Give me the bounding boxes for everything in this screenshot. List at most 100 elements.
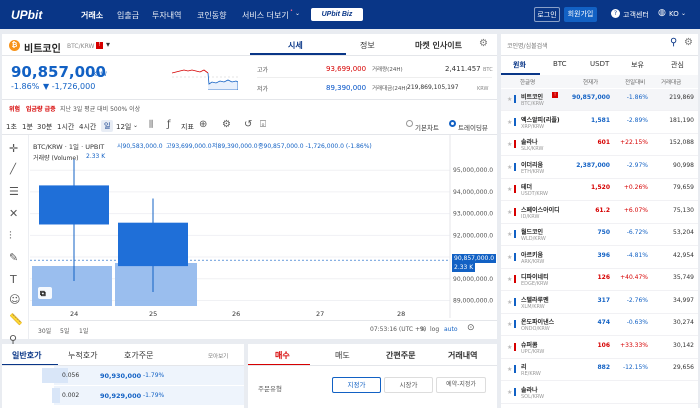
text-tool-icon[interactable]: T: [10, 273, 17, 286]
market-row[interactable]: ★ 리 RE/KRW 882 -12.15% 29,656: [501, 359, 698, 381]
order-type-limit[interactable]: 지정가: [332, 377, 381, 393]
market-row[interactable]: ★ 아르키움 ARK/KRW 396 -4.81% 42,954: [501, 247, 698, 269]
search-icon[interactable]: ⚲: [670, 37, 677, 48]
favorite-star-icon[interactable]: ★: [507, 119, 512, 126]
period-30m[interactable]: 30분: [37, 122, 52, 132]
coin-name[interactable]: 스텔라루멘: [521, 295, 549, 304]
radio-basic-chart[interactable]: [406, 120, 413, 127]
gear-icon[interactable]: ⚙: [479, 38, 488, 49]
favorite-star-icon[interactable]: ★: [507, 186, 512, 193]
coin-name[interactable]: 리: [521, 362, 527, 371]
camera-icon[interactable]: ⌻: [260, 119, 266, 130]
tab-info[interactable]: 정보: [360, 40, 375, 51]
nav-deposit[interactable]: 입출금: [117, 10, 139, 21]
log-toggle[interactable]: log: [430, 326, 439, 333]
tab-orderbook-order[interactable]: 호가주문: [124, 350, 153, 361]
coin-name[interactable]: 월드코인: [521, 227, 543, 236]
coin-select-dropdown-icon[interactable]: ▾: [106, 40, 110, 49]
auto-toggle[interactable]: auto: [444, 326, 458, 333]
upbit-logo[interactable]: UPbit: [11, 8, 42, 22]
basic-chart-label[interactable]: 기본차트: [415, 122, 439, 132]
coin-name[interactable]: 솔라나: [521, 385, 538, 394]
market-tab-krw[interactable]: 원화: [513, 60, 526, 70]
percent-toggle[interactable]: %: [420, 326, 426, 333]
crosshair-icon[interactable]: ✛: [9, 142, 18, 155]
language-select[interactable]: KO: [669, 10, 679, 18]
tab-sell[interactable]: 매도: [335, 350, 350, 361]
nav-more-services[interactable]: 서비스 더보기: [242, 10, 289, 21]
favorite-star-icon[interactable]: ★: [507, 366, 512, 373]
coin-name[interactable]: 테더: [521, 182, 532, 191]
orderbook-row[interactable]: 0.002 90,929,000 -1.79%: [2, 386, 244, 405]
market-row[interactable]: ★ 스페이스아이디 ID/KRW 61.2 +6.07% 75,130: [501, 202, 698, 224]
price-chart[interactable]: 95,000,000.0 94,000,000.0 93,000,000.0 92,0…: [30, 135, 497, 318]
col-price[interactable]: 현재가: [583, 78, 598, 86]
favorite-star-icon[interactable]: ★: [507, 96, 512, 103]
trend-line-icon[interactable]: ╱: [10, 164, 16, 175]
ask-price[interactable]: 90,930,000: [100, 372, 141, 380]
favorite-star-icon[interactable]: ★: [507, 231, 512, 238]
tab-price[interactable]: 시세: [288, 40, 303, 51]
login-button[interactable]: 로그인: [534, 7, 560, 22]
group-view-select[interactable]: 모아보기: [208, 352, 228, 360]
compare-icon[interactable]: ⊕: [199, 119, 207, 130]
favorite-star-icon[interactable]: ★: [507, 141, 512, 148]
coin-name[interactable]: 아르키움: [521, 250, 543, 259]
reset-icon[interactable]: ↺: [244, 119, 252, 130]
favorite-star-icon[interactable]: ★: [507, 344, 512, 351]
coin-name[interactable]: 비트코인: [521, 92, 543, 101]
tab-market-insight[interactable]: 마켓 인사이트: [415, 40, 462, 51]
market-tab-owned[interactable]: 보유: [631, 60, 644, 70]
market-row[interactable]: ★ 월드코인 WLD/KRW 750 -6.72% 53,204: [501, 224, 698, 246]
favorite-star-icon[interactable]: ★: [507, 164, 512, 171]
coin-name[interactable]: 이더리움: [521, 160, 543, 169]
indicator-button[interactable]: 지표: [181, 122, 194, 132]
period-1m[interactable]: 1분: [22, 122, 33, 132]
radio-tradingview[interactable]: [449, 120, 456, 127]
ask-price[interactable]: 90,929,000: [100, 392, 141, 400]
period-1s[interactable]: 1초: [6, 122, 17, 132]
market-tab-btc[interactable]: BTC: [553, 60, 567, 68]
chevron-down-icon[interactable]: ⌄: [133, 122, 138, 129]
favorite-star-icon[interactable]: ★: [507, 254, 512, 261]
market-row[interactable]: ★ 솔라나 SLK/KRW 601 +22.15% 152,088: [501, 134, 698, 156]
brush-icon[interactable]: ✎: [9, 251, 18, 264]
market-row[interactable]: ★ 스텔라루멘 XLM/KRW 317 -2.76% 34,997: [501, 292, 698, 314]
coin-name[interactable]: 슈퍼콤: [521, 340, 538, 349]
range-5d[interactable]: 5일: [60, 326, 69, 335]
fib-icon[interactable]: ☰: [9, 185, 19, 198]
market-row[interactable]: ★ 비트코인 ! BTC/KRW 90,857,000 -1.86% 219,8…: [501, 89, 698, 111]
tab-orderbook-cumulative[interactable]: 누적호가: [68, 350, 97, 361]
market-row[interactable]: ★ 슈퍼콤 UPC/KRW 106 +33.33% 30,142: [501, 337, 698, 359]
nav-investments[interactable]: 투자내역: [152, 10, 181, 21]
col-name[interactable]: 한글명: [520, 78, 535, 86]
market-row[interactable]: ★ 테더 USDT/KRW 1,520 +0.26% 79,659: [501, 179, 698, 201]
emoji-icon[interactable]: ☺: [9, 293, 20, 306]
candle-type-icon[interactable]: ⫼: [149, 120, 153, 130]
coin-name[interactable]: 디파이네티: [521, 272, 549, 281]
gear-icon[interactable]: ⚙: [684, 37, 693, 48]
settings-icon[interactable]: ⚙: [222, 119, 231, 130]
favorite-star-icon[interactable]: ★: [507, 321, 512, 328]
market-row[interactable]: ★ 온도파이낸스 ONDO/KRW 474 -0.63% 30,274: [501, 314, 698, 336]
upbit-biz-button[interactable]: UPbit Biz: [311, 8, 363, 21]
period-12d[interactable]: 12일: [116, 122, 131, 132]
tab-simple-order[interactable]: 간편주문: [386, 350, 415, 361]
tab-buy[interactable]: 매수: [275, 350, 290, 361]
period-1h[interactable]: 1시간: [57, 122, 74, 132]
coin-search-input[interactable]: [507, 39, 667, 53]
pattern-icon[interactable]: ✕: [9, 207, 18, 220]
coin-name[interactable]: 온도파이낸스: [521, 317, 554, 326]
col-volume[interactable]: 거래대금: [661, 78, 681, 86]
orderbook-row[interactable]: 0.056 90,930,000 -1.79%: [2, 366, 244, 385]
order-type-market[interactable]: 시장가: [384, 377, 433, 393]
coin-name[interactable]: 솔라나: [521, 137, 538, 146]
tab-orderbook-normal[interactable]: 일반호가: [12, 350, 41, 361]
market-row[interactable]: ★ 디파이네티 EDGE/KRW 126 +40.47% 35,749: [501, 269, 698, 291]
period-1d[interactable]: 일: [101, 120, 114, 132]
market-tab-favorite[interactable]: 관심: [671, 60, 684, 70]
support-link[interactable]: 고객센터: [623, 10, 649, 20]
favorite-star-icon[interactable]: ★: [507, 276, 512, 283]
coin-name[interactable]: 엑스알피(리플): [521, 115, 560, 124]
favorite-star-icon[interactable]: ★: [507, 209, 512, 216]
